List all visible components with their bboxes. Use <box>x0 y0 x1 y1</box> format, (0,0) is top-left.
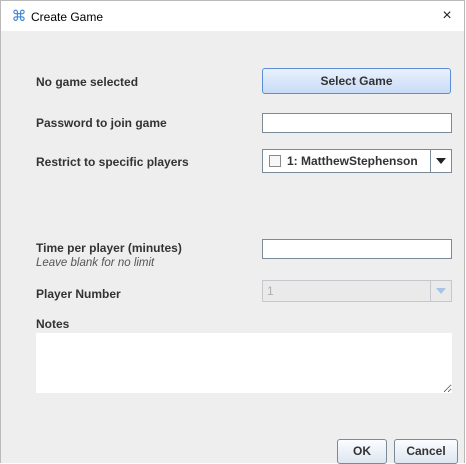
window-title: Create Game <box>31 10 104 24</box>
player-number-value: 1 <box>267 284 274 298</box>
restrict-players-dropdown[interactable]: 1: MatthewStephenson <box>262 149 452 173</box>
password-label: Password to join game <box>36 116 167 130</box>
password-input[interactable] <box>262 113 452 133</box>
game-status-label: No game selected <box>36 75 139 89</box>
select-game-button[interactable]: Select Game <box>262 68 451 94</box>
ok-button[interactable]: OK <box>337 439 387 464</box>
notes-textarea[interactable] <box>36 333 452 393</box>
restrict-players-label: Restrict to specific players <box>36 155 189 169</box>
time-per-player-label: Time per player (minutes) <box>36 241 182 255</box>
chevron-down-icon <box>436 158 446 164</box>
player-number-dropdown-button <box>430 281 451 301</box>
player-number-dropdown: 1 <box>262 280 452 302</box>
player-checkbox[interactable] <box>269 155 281 167</box>
dropdown-button[interactable] <box>430 150 451 172</box>
close-icon[interactable]: × <box>430 1 464 31</box>
notes-label: Notes <box>36 317 70 331</box>
title-bar[interactable]: ⌘ Create Game × <box>1 1 464 31</box>
dialog-content: No game selected Select Game Password to… <box>1 31 464 464</box>
command-icon: ⌘ <box>11 8 27 25</box>
time-hint: Leave blank for no limit <box>36 257 155 269</box>
cancel-button[interactable]: Cancel <box>394 439 458 464</box>
restrict-players-selected: 1: MatthewStephenson <box>287 154 418 168</box>
create-game-dialog: ⌘ Create Game × No game selected Select … <box>0 0 465 464</box>
time-per-player-input[interactable] <box>262 239 452 259</box>
chevron-down-icon <box>436 288 446 294</box>
player-number-label: Player Number <box>36 287 121 301</box>
